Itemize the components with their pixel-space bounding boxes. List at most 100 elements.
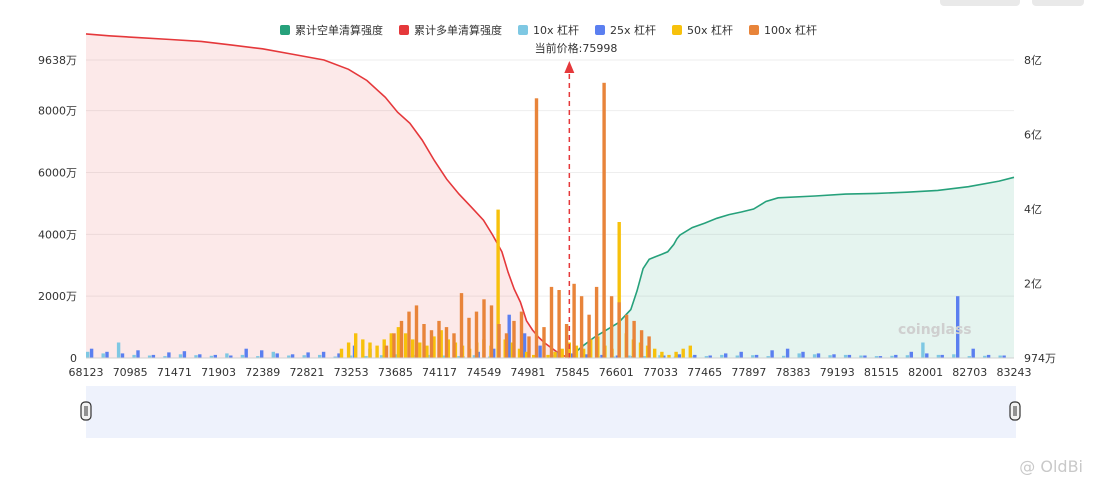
x-tick-label: 68123 bbox=[69, 366, 104, 379]
bar bbox=[182, 351, 187, 358]
bar bbox=[653, 348, 657, 358]
x-tick-label: 74117 bbox=[422, 366, 457, 379]
bar bbox=[832, 354, 836, 358]
x-tick-label: 71471 bbox=[157, 366, 192, 379]
top-toolbar-edge bbox=[940, 0, 1020, 6]
bar bbox=[407, 311, 411, 358]
bar bbox=[724, 353, 728, 358]
bar bbox=[89, 348, 94, 358]
x-tick-label: 77033 bbox=[643, 366, 678, 379]
y-left-tick-label: 8000万 bbox=[38, 105, 77, 118]
bar bbox=[971, 348, 975, 358]
bar bbox=[519, 311, 524, 358]
bar bbox=[399, 320, 404, 358]
bar bbox=[339, 348, 344, 358]
x-tick-label: 75845 bbox=[555, 366, 590, 379]
bar bbox=[674, 351, 678, 358]
bar bbox=[553, 351, 557, 358]
x-tick-label: 71903 bbox=[201, 366, 236, 379]
bar bbox=[639, 330, 644, 358]
bar bbox=[542, 327, 546, 358]
range-slider[interactable] bbox=[80, 386, 1021, 438]
user-watermark: @ OldBi bbox=[1019, 457, 1083, 476]
bar bbox=[306, 352, 310, 358]
x-tick-label: 77465 bbox=[687, 366, 722, 379]
bar bbox=[688, 345, 692, 358]
bar bbox=[579, 296, 584, 358]
bar bbox=[425, 345, 429, 358]
bar bbox=[797, 353, 801, 358]
x-tick-label: 78383 bbox=[776, 366, 811, 379]
bar bbox=[411, 339, 415, 358]
bar bbox=[198, 354, 202, 358]
bar bbox=[86, 351, 90, 358]
y-left-tick-label: 9638万 bbox=[38, 54, 77, 67]
bar bbox=[429, 330, 434, 358]
bar bbox=[354, 333, 358, 358]
liquidation-chart: 0 2000万 4000万 6000万 8000万 9638万 974万 2亿 4亿 6亿 8亿 68… bbox=[38, 33, 1056, 438]
bar bbox=[452, 333, 456, 358]
bar bbox=[572, 283, 576, 358]
bar bbox=[167, 352, 171, 358]
bar bbox=[497, 324, 501, 358]
slider-handle-left[interactable] bbox=[80, 401, 92, 421]
bar bbox=[116, 342, 121, 358]
bar bbox=[504, 333, 509, 358]
y-left-tick-label: 4000万 bbox=[38, 228, 77, 241]
y-right-tick-label: 6亿 bbox=[1024, 129, 1042, 142]
y-right-tick-label: 974万 bbox=[1024, 352, 1056, 365]
bar bbox=[392, 333, 396, 358]
bar bbox=[952, 354, 956, 358]
x-tick-label: 83243 bbox=[997, 366, 1032, 379]
bar bbox=[560, 348, 564, 358]
y-left-tick-label: 6000万 bbox=[38, 166, 77, 179]
bar bbox=[489, 305, 494, 358]
bar bbox=[812, 354, 817, 358]
bar bbox=[271, 351, 275, 358]
bar bbox=[925, 353, 929, 358]
bar bbox=[602, 82, 606, 359]
bar bbox=[594, 286, 599, 358]
x-tick-label: 82001 bbox=[908, 366, 943, 379]
x-tick-label: 79193 bbox=[820, 366, 855, 379]
bar bbox=[361, 339, 365, 358]
bar bbox=[275, 353, 279, 358]
bar bbox=[375, 345, 379, 358]
bar bbox=[105, 351, 109, 358]
x-tick-label: 70985 bbox=[113, 366, 148, 379]
bar bbox=[557, 290, 561, 358]
bar bbox=[467, 317, 471, 358]
bar bbox=[921, 342, 925, 358]
bar bbox=[244, 348, 248, 358]
brand-watermark: coinglass bbox=[898, 322, 972, 338]
x-tick-label: 72389 bbox=[245, 366, 280, 379]
bar bbox=[474, 311, 479, 358]
bar bbox=[512, 320, 516, 358]
x-tick-label: 73253 bbox=[334, 366, 369, 379]
y-left-tick-label: 0 bbox=[70, 352, 77, 365]
bar bbox=[444, 327, 449, 358]
bar bbox=[617, 302, 621, 358]
bar bbox=[624, 314, 629, 358]
x-tick-label: 74981 bbox=[510, 366, 545, 379]
bar bbox=[816, 353, 821, 358]
bar bbox=[422, 324, 426, 358]
bar bbox=[549, 286, 554, 358]
bar bbox=[647, 336, 651, 358]
bar bbox=[120, 353, 125, 358]
bar bbox=[136, 350, 140, 358]
bar bbox=[534, 98, 539, 359]
bar bbox=[346, 342, 351, 358]
slider-handle-right[interactable] bbox=[1009, 401, 1021, 421]
bar bbox=[677, 354, 681, 358]
bar bbox=[260, 350, 264, 358]
bar bbox=[609, 296, 614, 358]
bar bbox=[418, 342, 422, 358]
bar bbox=[564, 324, 569, 358]
bar bbox=[403, 333, 408, 358]
bar bbox=[739, 351, 743, 358]
x-tick-label: 81515 bbox=[864, 366, 899, 379]
bar bbox=[785, 348, 790, 358]
x-tick-label: 77897 bbox=[731, 366, 766, 379]
bar bbox=[527, 336, 531, 358]
